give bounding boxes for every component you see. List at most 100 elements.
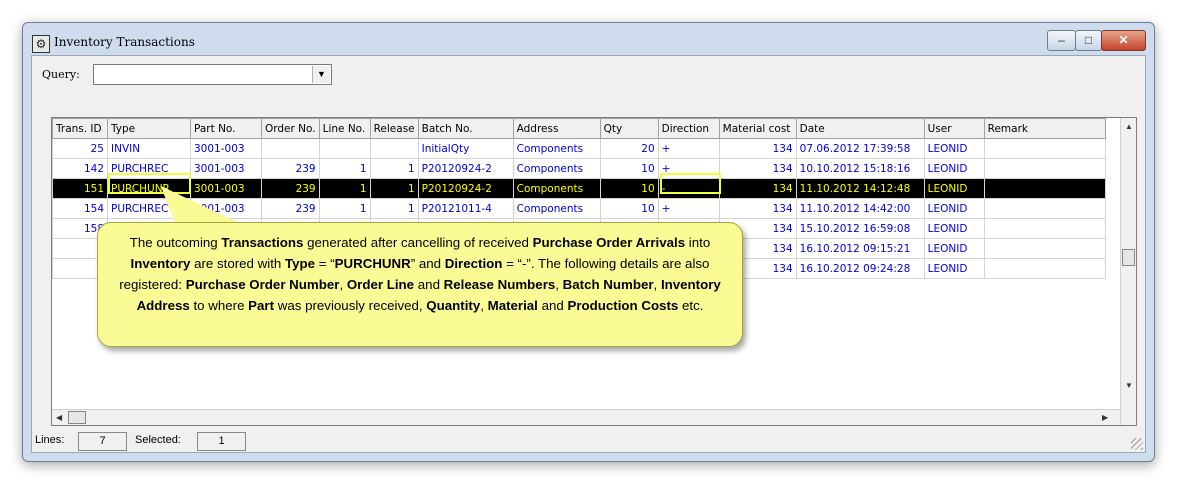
table-cell[interactable]: InitialQty [417, 138, 514, 159]
app-icon: ⚙ [32, 35, 50, 53]
chevron-down-icon[interactable]: ▼ [312, 66, 330, 83]
column-header[interactable]: Address [512, 118, 601, 139]
table-cell[interactable]: 16.10.2012 09:15:21 [795, 238, 925, 259]
scroll-up-icon[interactable]: ▲ [1125, 122, 1133, 131]
table-cell[interactable]: LEONID [923, 178, 985, 199]
table-cell[interactable]: 10 [599, 158, 659, 179]
horizontal-scrollbar[interactable]: ◀ ▶ [52, 409, 1120, 425]
callout-text: The outcoming Transactions generated aft… [119, 235, 721, 313]
table-cell[interactable] [369, 138, 419, 159]
table-cell[interactable]: 239 [261, 158, 320, 179]
table-cell[interactable]: 16.10.2012 09:24:28 [795, 258, 925, 279]
scroll-down-icon[interactable]: ▼ [1125, 381, 1133, 390]
close-button[interactable]: ✕ [1101, 30, 1146, 51]
table-row[interactable]: 142 PURCHREC 3001-003 239 1 1 P20120924-2 Compo… [52, 158, 1106, 179]
table-cell[interactable]: LEONID [923, 198, 985, 219]
column-header[interactable]: User [923, 118, 985, 139]
column-header[interactable]: Direction [657, 118, 720, 139]
table-cell[interactable]: LEONID [923, 138, 985, 159]
table-cell[interactable]: 11.10.2012 14:42:00 [795, 198, 925, 219]
empty-row [52, 358, 1106, 379]
selected-label: Selected: [135, 434, 181, 446]
table-cell[interactable]: + [657, 198, 720, 219]
table-cell[interactable]: 1 [318, 198, 371, 219]
table-cell[interactable]: 134 [718, 138, 797, 159]
table-cell[interactable]: 11.10.2012 14:12:48 [795, 178, 925, 199]
scroll-right-icon[interactable]: ▶ [1102, 413, 1108, 422]
table-cell[interactable]: 10.10.2012 15:18:16 [795, 158, 925, 179]
table-cell[interactable]: 20 [599, 138, 659, 159]
column-header[interactable]: Date [795, 118, 925, 139]
table-cell[interactable]: Components [512, 138, 601, 159]
window-title: Inventory Transactions [54, 35, 195, 49]
table-cell[interactable]: P20120924-2 [417, 158, 514, 179]
table-cell[interactable]: 15.10.2012 16:59:08 [795, 218, 925, 239]
table-cell[interactable] [983, 198, 1106, 219]
table-cell[interactable]: 1 [369, 178, 419, 199]
table-cell[interactable]: 1 [369, 198, 419, 219]
minimize-button[interactable]: – [1047, 30, 1076, 51]
column-header[interactable]: Line No. [318, 118, 371, 139]
table-cell[interactable]: Components [512, 158, 601, 179]
column-header[interactable]: Order No. [261, 118, 320, 139]
table-cell[interactable]: 134 [718, 178, 797, 199]
table-cell[interactable]: + [657, 138, 720, 159]
table-cell[interactable] [318, 138, 371, 159]
table-cell[interactable]: Components [512, 178, 601, 199]
vertical-scrollbar[interactable]: ▲ ▼ [1120, 118, 1136, 425]
column-header[interactable]: Material cost [718, 118, 797, 139]
table-cell[interactable]: 3001-003 [190, 138, 262, 159]
maximize-button[interactable]: □ [1075, 30, 1102, 51]
table-cell[interactable] [983, 158, 1106, 179]
column-header[interactable]: Trans. ID [52, 118, 108, 139]
table-cell[interactable]: 10 [599, 198, 659, 219]
table-cell[interactable] [983, 258, 1106, 279]
table-cell[interactable]: LEONID [923, 158, 985, 179]
table-cell[interactable]: 134 [718, 198, 797, 219]
table-cell[interactable]: 239 [261, 198, 320, 219]
table-cell[interactable]: 25 [52, 138, 108, 159]
table-row[interactable]: 25 INVIN 3001-003 InitialQty Components 20 +13… [52, 138, 1106, 159]
column-header[interactable]: Batch No. [417, 118, 514, 139]
column-header[interactable]: Type [107, 118, 191, 139]
table-cell[interactable]: P20121011-4 [417, 198, 514, 219]
lines-count: 7 [78, 432, 127, 451]
table-cell[interactable]: P20120924-2 [417, 178, 514, 199]
table-cell[interactable]: 10 [599, 178, 659, 199]
column-header[interactable]: Remark [983, 118, 1106, 139]
table-cell[interactable]: LEONID [923, 218, 985, 239]
horizontal-scroll-thumb[interactable] [68, 411, 86, 424]
column-header[interactable]: Part No. [190, 118, 262, 139]
table-cell[interactable]: 154 [52, 198, 108, 219]
table-cell[interactable]: 134 [718, 158, 797, 179]
table-cell[interactable]: 151 [52, 178, 108, 199]
lines-label: Lines: [35, 434, 65, 446]
scroll-left-icon[interactable]: ◀ [56, 413, 62, 422]
table-cell[interactable]: 1 [318, 158, 371, 179]
table-cell[interactable] [983, 218, 1106, 239]
query-select[interactable]: ▼ [93, 64, 332, 85]
table-cell[interactable] [261, 138, 320, 159]
table-cell[interactable]: 3001-003 [190, 158, 262, 179]
table-cell[interactable]: INVIN [107, 138, 191, 159]
table-cell[interactable] [983, 178, 1106, 199]
header-row: Trans. ID Type Part No. Order No. Line No. Re… [52, 118, 1106, 139]
table-cell[interactable]: 239 [261, 178, 320, 199]
table-cell[interactable] [983, 238, 1106, 259]
table-cell[interactable]: LEONID [923, 238, 985, 259]
resize-grip-icon[interactable] [1131, 438, 1143, 450]
table-cell[interactable]: 1 [369, 158, 419, 179]
table-cell[interactable] [983, 138, 1106, 159]
table-cell[interactable]: 142 [52, 158, 108, 179]
query-label: Query: [42, 68, 80, 81]
status-bar: Lines: 7 Selected: 1 [32, 430, 1145, 452]
empty-row [52, 378, 1106, 399]
table-cell[interactable]: LEONID [923, 258, 985, 279]
vertical-scroll-thumb[interactable] [1122, 249, 1135, 266]
table-cell[interactable]: Components [512, 198, 601, 219]
direction-highlight [660, 173, 721, 194]
table-cell[interactable]: 1 [318, 178, 371, 199]
column-header[interactable]: Qty [599, 118, 659, 139]
table-cell[interactable]: 07.06.2012 17:39:58 [795, 138, 925, 159]
column-header[interactable]: Release [369, 118, 419, 139]
